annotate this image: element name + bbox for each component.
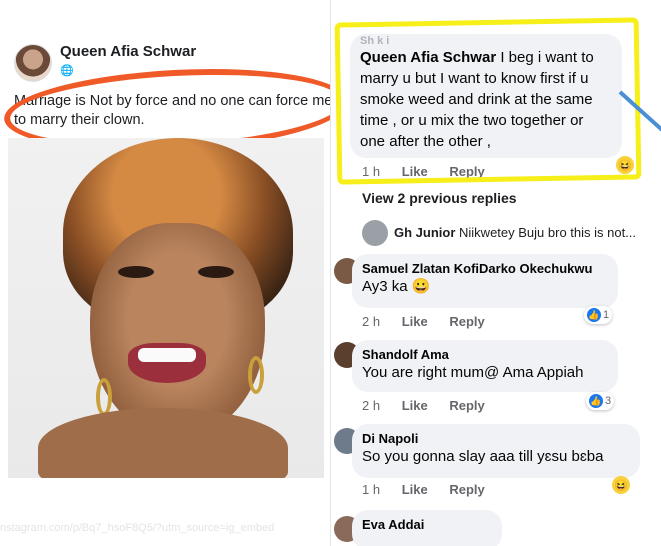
reply-link[interactable]: Reply <box>449 398 484 413</box>
thumbs-up-icon: 👍 <box>587 308 601 322</box>
comment-meta: 2 h Like Reply <box>362 314 503 329</box>
reply-text: Niikwetey Buju bro this is not... <box>459 225 637 240</box>
post-panel: Queen Afia Schwar 🌐 Marriage is Not by f… <box>0 0 350 546</box>
yellow-highlight-box <box>334 17 642 185</box>
reply-link[interactable]: Reply <box>449 482 484 497</box>
comment-meta: 1 h Like Reply <box>362 482 503 497</box>
comment-bubble[interactable]: Di Napoli So you gonna slay aaa till yɛs… <box>352 424 640 478</box>
reaction-count: 3 <box>605 395 612 407</box>
comment-author[interactable]: Shandolf Ama <box>362 347 608 362</box>
reply-preview[interactable]: Gh Junior Niikwetey Buju bro this is not… <box>394 225 654 240</box>
view-previous-replies-link[interactable]: View 2 previous replies <box>362 190 517 206</box>
photo-eye-left <box>118 266 154 278</box>
comment-time: 2 h <box>362 314 381 329</box>
comment-text: Ay3 ka 😀 <box>362 278 431 295</box>
comment-bubble[interactable]: Shandolf Ama You are right mum@ Ama Appi… <box>352 340 618 392</box>
comment-text: So you gonna slay aaa till yɛsu bɛba <box>362 448 604 465</box>
thumbs-up-icon: 👍 <box>589 394 603 408</box>
comment-bubble[interactable]: Samuel Zlatan KofiDarko Okechukwu Ay3 ka… <box>352 254 618 308</box>
reaction-count: 1 <box>603 309 610 321</box>
poster-avatar[interactable] <box>14 44 52 82</box>
like-link[interactable]: Like <box>402 482 428 497</box>
comments-panel: Sh k i Queen Afia Schwar I beg i want to… <box>330 0 661 546</box>
post-photo[interactable]: TS <box>8 138 324 478</box>
comment-meta: 2 h Like Reply <box>362 398 503 413</box>
reaction-count-badge[interactable]: 👍 1 <box>584 306 613 324</box>
comment-time: 1 h <box>362 482 381 497</box>
reply-avatar[interactable] <box>362 220 388 246</box>
comment-bubble[interactable]: Eva Addai <box>352 510 502 546</box>
like-link[interactable]: Like <box>402 398 428 413</box>
poster-name[interactable]: Queen Afia Schwar <box>60 43 196 60</box>
reply-link[interactable]: Reply <box>449 314 484 329</box>
photo-earring-left <box>96 378 112 416</box>
panel-divider <box>330 0 331 546</box>
photo-eye-right <box>198 266 234 278</box>
embed-url-text: nstagram.com/p/Bq7_hsoF8Q5/?utm_source=i… <box>0 522 275 534</box>
photo-earring-right <box>248 356 264 394</box>
comment-time: 2 h <box>362 398 381 413</box>
photo-face <box>90 223 265 438</box>
reaction-count-badge[interactable]: 👍 3 <box>586 392 615 410</box>
photo-teeth <box>138 348 196 362</box>
reply-author[interactable]: Gh Junior <box>394 225 455 240</box>
like-link[interactable]: Like <box>402 314 428 329</box>
photo-hand <box>38 408 288 478</box>
globe-icon: 🌐 <box>60 65 74 77</box>
comment-author[interactable]: Di Napoli <box>362 431 630 446</box>
comment-author[interactable]: Samuel Zlatan KofiDarko Okechukwu <box>362 261 608 276</box>
haha-emoji-icon[interactable]: 😆 <box>612 476 630 494</box>
comment-author[interactable]: Eva Addai <box>362 517 492 532</box>
comment-text: You are right mum@ Ama Appiah <box>362 364 584 381</box>
